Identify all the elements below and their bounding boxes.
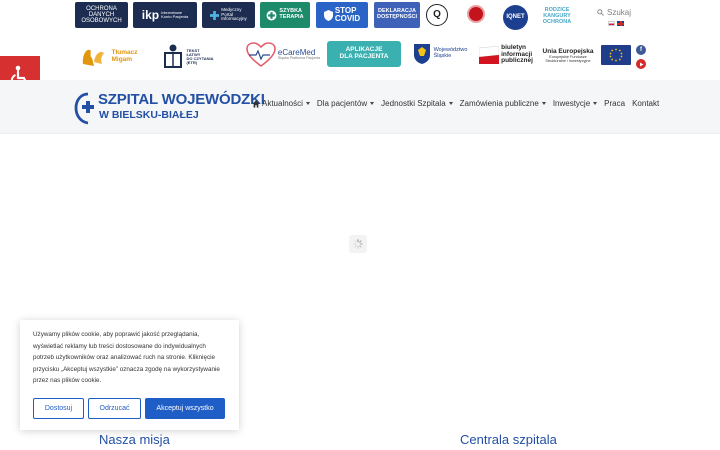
polish-flag-icon[interactable] [608,21,615,26]
reject-button[interactable]: Odrzucać [88,398,141,419]
facebook-icon[interactable]: f [636,45,646,55]
quality-certificate-logo[interactable]: Q [426,4,448,26]
hands-icon [83,49,105,66]
declaration-line: DOSTĘPNOŚCI [376,14,418,20]
eu-funds-logo[interactable]: Unia Europejska Europejskie Fundusze Str… [537,44,599,68]
bip-line: publicznej [501,57,533,65]
brand-subtitle: W BIELSKU-BIAŁEJ [99,109,199,121]
ikp-link[interactable]: ikp Internetowe Konto Pacjenta [133,2,197,28]
eu-title: Unia Europejska [542,47,594,55]
nav-label: Aktualności [262,99,303,108]
bip-flag-icon [479,46,500,64]
chevron-down-icon [370,102,375,105]
youtube-icon[interactable] [636,59,646,69]
fast-therapy-link[interactable]: SZYBKA TERAPIA [260,2,310,28]
nav-label: Inwestycje [552,99,591,108]
med-portal-line: Informacyjny [221,16,247,22]
hospital-logo[interactable]: SZPITAL WOJEWÓDZKI W BIELSKU-BIAŁEJ [74,92,265,126]
nav-label: Zamówienia publiczne [459,99,539,108]
ecaremed-subtitle: Śląska Platforma Pacjenta [277,56,321,61]
heart-icon [246,42,276,67]
odo-line: OSOBOWYCH [81,18,122,25]
nav-label: Kontakt [632,99,660,108]
easy-read-link[interactable]: TEKST ŁATWY DO CZYTANIA (ETR) [160,40,216,74]
nav-item-inwestycje[interactable]: Inwestycje [552,99,598,108]
iqnet-text: IQNET [506,14,525,21]
nav-item-kontakt[interactable]: Kontakt [632,99,659,108]
coat-of-arms-icon [413,44,430,64]
central-heading: Centrala szpitala [460,432,557,447]
sign-language-translator-link[interactable]: Tłumacz Migam [78,40,140,74]
nav-label: Dla pacjentów [316,99,368,108]
quality-mark: Q [433,8,441,20]
customize-button[interactable]: Dostosuj [33,398,84,419]
data-protection-link[interactable]: OCHRONA DANYCH OSOBOWYCH [75,2,128,28]
iqnet-logo[interactable]: IQNET [503,5,528,30]
apps-line: DLA PACJENTA [339,53,389,60]
nav-item-aktualnosci[interactable]: Aktualności [252,99,310,108]
chevron-down-icon [305,102,310,105]
chevron-down-icon [593,102,598,105]
silesian-voivodeship-link[interactable]: Województwo Śląskie [408,41,472,67]
nav-item-zamowienia[interactable]: Zamówienia publiczne [460,99,546,108]
nav-label: Praca [604,99,626,108]
easy-read-line: (ETR) [186,60,198,66]
bip-link[interactable]: biuletyn informacji publicznej [478,43,534,67]
ikp-logo-text: ikp [141,7,160,22]
medical-portal-link[interactable]: Medyczny Portal Informacyjny [202,2,255,28]
certification-badge[interactable] [467,5,485,23]
cookie-text: Używamy plików cookie, aby poprawić jako… [33,331,220,385]
ecaremed-link[interactable]: eCareMed Śląska Platforma Pacjenta [244,40,322,70]
search-link[interactable]: Szukaj [597,8,631,17]
mission-heading: Nasza misja [99,432,170,447]
kangaroo-parents-link[interactable]: RODZICE KANGURY OCHRONA [540,4,574,30]
brand-title: SZPITAL WOJEWÓDZKI [98,91,265,108]
translator-line: Migam [111,56,133,63]
easy-read-icon [164,44,183,68]
stop-covid-line: COVID [334,14,361,23]
ikp-subtitle: Konto Pacjenta [161,14,189,19]
nav-item-dla-pacjentow[interactable]: Dla pacjentów [316,99,375,108]
eu-flag-icon [601,45,631,65]
hospital-cross-icon [74,92,94,125]
accept-all-button[interactable]: Akceptuj wszystko [145,398,225,419]
kangaroo-line: OCHRONA [542,18,572,25]
main-navigation: Aktualności Dla pacjentów Jednostki Szpi… [252,99,659,108]
accessibility-declaration-link[interactable]: DEKLARACJA DOSTĘPNOŚCI [374,2,420,28]
fast-therapy-line: TERAPIA [279,14,304,20]
search-label: Szukaj [607,8,632,17]
home-icon [252,99,260,108]
voivodeship-line: Śląskie [433,53,452,59]
chevron-down-icon [448,102,453,105]
nav-label: Jednostki Szpitala [381,99,446,108]
chevron-down-icon [541,102,546,105]
cookie-consent-banner: Używamy plików cookie, aby poprawić jako… [20,320,239,430]
clinic-icon [266,10,277,20]
english-flag-icon[interactable] [617,21,624,26]
shield-icon [323,9,333,21]
stop-covid-link[interactable]: STOP COVID [316,2,368,28]
medical-cross-icon [210,10,220,20]
language-switcher [608,21,624,26]
search-icon [597,9,604,16]
cookie-buttons: Dostosuj Odrzucać Akceptuj wszystko [33,398,225,419]
nav-item-jednostki[interactable]: Jednostki Szpitala [381,99,453,108]
loading-spinner-icon [349,235,367,253]
patient-apps-button[interactable]: APLIKACJE DLA PACJENTA [327,41,401,67]
eu-subtitle: Strukturalne i Inwestycyjne [545,59,591,64]
nav-item-praca[interactable]: Praca [604,99,625,108]
